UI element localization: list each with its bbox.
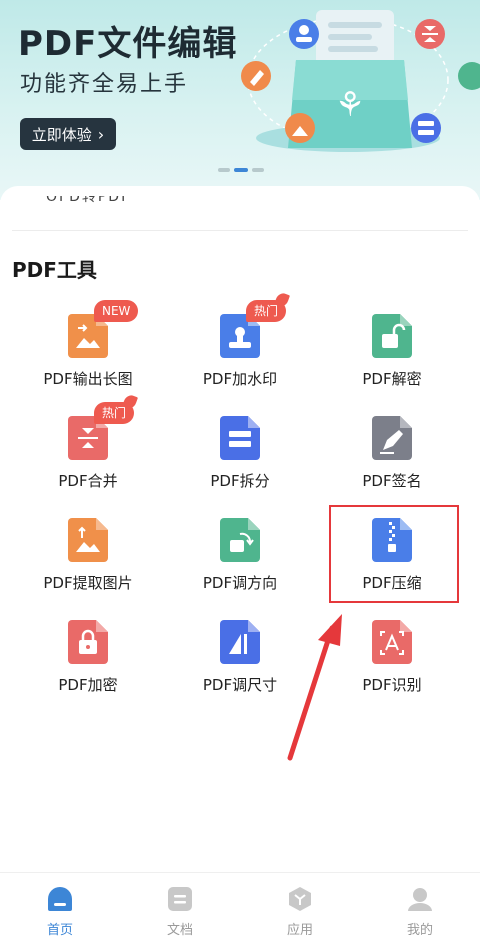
promo-banner[interactable]: PDF文件编辑 功能齐全易上手 立即体验 › ⚘	[0, 0, 480, 200]
tool-pdf-watermark[interactable]: 热门 PDF加水印	[170, 300, 310, 389]
rotate-icon	[220, 518, 260, 562]
pen-sign-icon	[372, 416, 412, 460]
tool-label: PDF签名	[362, 472, 422, 490]
tab-apps[interactable]: 应用	[240, 873, 360, 943]
chevron-right-icon: ›	[97, 124, 105, 144]
tool-pdf-merge[interactable]: 热门 PDF合并	[18, 402, 158, 491]
tool-label: PDF提取图片	[43, 574, 133, 592]
home-icon	[48, 887, 72, 911]
document-icon	[168, 887, 192, 911]
pdf-folder-illustration: ⚘	[241, 10, 480, 152]
tool-pdf-decrypt[interactable]: PDF解密	[322, 314, 462, 389]
tool-pdf-extract-images[interactable]: PDF提取图片	[18, 518, 158, 593]
tab-label: 应用	[286, 923, 313, 938]
resize-icon	[220, 620, 260, 664]
tab-profile[interactable]: 我的	[360, 873, 480, 943]
tool-pdf-split[interactable]: PDF拆分	[170, 416, 310, 491]
carousel-dot	[252, 168, 264, 172]
tool-label: PDF调方向	[202, 574, 278, 592]
tab-label: 首页	[46, 923, 73, 938]
profile-icon	[408, 888, 432, 911]
annotation-arrow	[287, 614, 342, 761]
bottom-tab-bar: 首页 文档 应用 我的	[0, 872, 480, 943]
tool-label: PDF加水印	[202, 370, 278, 388]
tab-label: 我的	[406, 923, 433, 938]
section-title-pdf-tools: PDF工具	[12, 258, 97, 282]
carousel-dot	[218, 168, 230, 172]
lock-icon	[68, 620, 108, 664]
apps-cube-icon	[289, 887, 311, 911]
tool-label: PDF合并	[58, 472, 118, 490]
split-icon	[220, 416, 260, 460]
tool-pdf-long-image[interactable]: NEW PDF输出长图	[18, 300, 158, 389]
tool-pdf-sign[interactable]: PDF签名	[322, 416, 462, 491]
svg-text:⚘: ⚘	[335, 85, 365, 125]
badge-hot: 热门	[94, 402, 135, 424]
tool-label: PDF加密	[58, 676, 118, 694]
tool-pdf-encrypt[interactable]: PDF加密	[18, 620, 158, 695]
ocr-scan-icon	[372, 620, 412, 664]
unlock-icon	[372, 314, 412, 358]
divider	[12, 230, 468, 231]
list-item-partial[interactable]: OFD转PDF	[46, 196, 131, 204]
badge-new: NEW	[94, 300, 139, 322]
try-now-label: 立即体验	[31, 125, 92, 144]
banner-subtitle: 功能齐全易上手	[20, 72, 189, 97]
try-now-button[interactable]: 立即体验 ›	[20, 118, 116, 150]
extract-image-icon	[68, 518, 108, 562]
tab-label: 文档	[166, 923, 193, 938]
carousel-indicator	[218, 168, 264, 172]
banner-title: PDF文件编辑	[18, 24, 238, 64]
tool-pdf-rotate[interactable]: PDF调方向	[170, 518, 310, 593]
tool-label: PDF拆分	[210, 472, 270, 490]
tool-label: PDF解密	[362, 370, 422, 388]
tool-label: PDF输出长图	[43, 370, 133, 388]
badge-hot: 热门	[246, 300, 287, 322]
tab-home[interactable]: 首页	[0, 873, 120, 943]
tab-documents[interactable]: 文档	[120, 873, 240, 943]
highlight-box	[329, 505, 459, 603]
carousel-dot-active	[234, 168, 248, 172]
